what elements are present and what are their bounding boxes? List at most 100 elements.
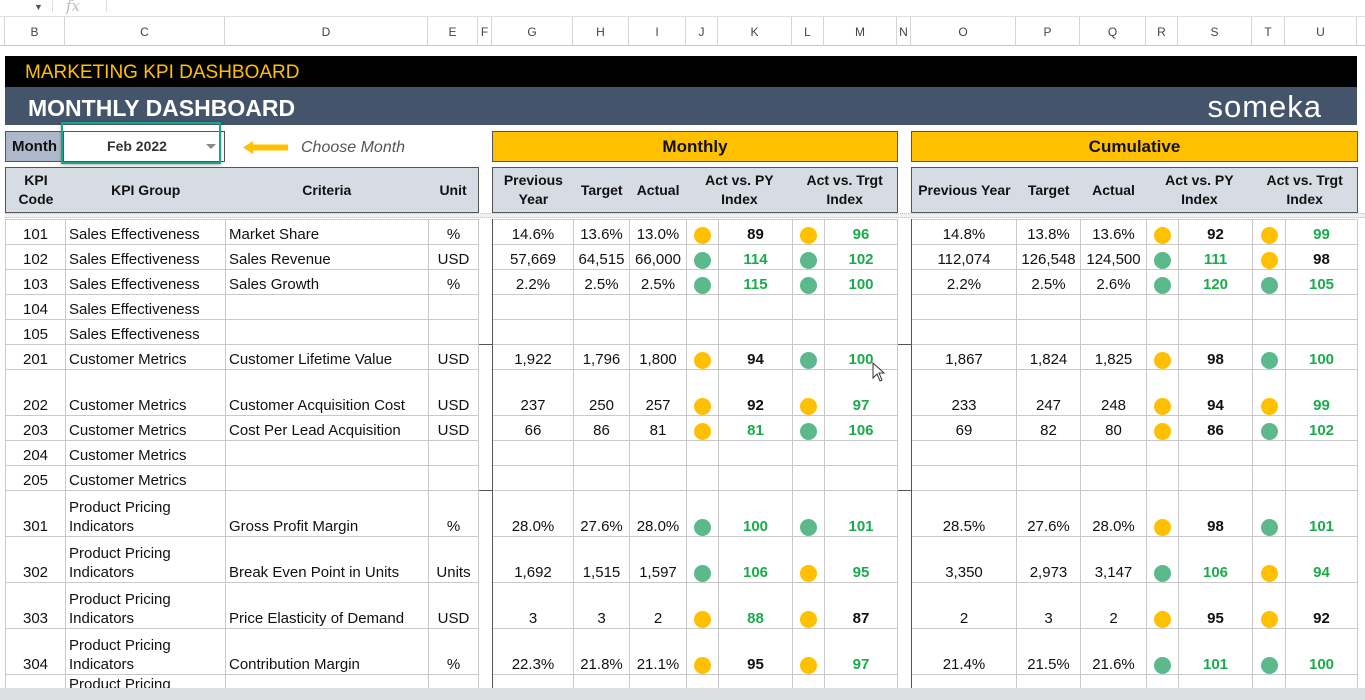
monthly-actual-cell[interactable] xyxy=(629,440,687,466)
monthly-act-vs-target-index-value[interactable]: 95 xyxy=(824,536,898,583)
unit-cell[interactable]: USD xyxy=(428,369,479,416)
monthly-act-vs-target-index-value[interactable]: 100 xyxy=(824,269,898,295)
kpi-group-cell[interactable]: Product Pricing Indicators xyxy=(65,536,226,583)
column-header-l[interactable]: L xyxy=(792,17,824,46)
criteria-cell[interactable]: Contribution Margin xyxy=(225,628,429,675)
column-header-d[interactable]: D xyxy=(225,17,428,46)
unit-cell[interactable] xyxy=(428,294,479,320)
cumulative-act-vs-py-index-status[interactable] xyxy=(1146,269,1179,295)
cumulative-act-vs-py-index-value[interactable]: 120 xyxy=(1178,269,1253,295)
monthly-act-vs-target-index-status[interactable] xyxy=(792,219,825,245)
monthly-act-vs-target-index-status[interactable] xyxy=(792,344,825,370)
cumulative-act-vs-target-index-value[interactable]: 98 xyxy=(1285,244,1358,270)
cumulative-actual-cell[interactable]: 248 xyxy=(1080,369,1147,416)
monthly-actual-cell[interactable]: 2 xyxy=(629,582,687,629)
monthly-target-cell[interactable]: 86 xyxy=(573,415,630,441)
cumulative-act-vs-target-index-value[interactable]: 92 xyxy=(1285,582,1358,629)
kpi-code-cell[interactable]: 303 xyxy=(5,582,66,629)
kpi-code-cell[interactable]: 104 xyxy=(5,294,66,320)
kpi-group-cell[interactable]: Customer Metrics xyxy=(65,415,226,441)
cumulative-act-vs-py-index-status[interactable] xyxy=(1146,219,1179,245)
kpi-group-cell[interactable]: Customer Metrics xyxy=(65,465,226,491)
cumulative-act-vs-py-index-status[interactable] xyxy=(1146,319,1179,345)
cumulative-act-vs-py-index-value[interactable] xyxy=(1178,319,1253,345)
cumulative-previous-year-cell[interactable]: 69 xyxy=(911,415,1017,441)
cumulative-actual-cell[interactable] xyxy=(1080,294,1147,320)
cumulative-act-vs-py-index-status[interactable] xyxy=(1146,344,1179,370)
cumulative-target-cell[interactable]: 82 xyxy=(1016,415,1081,441)
cumulative-act-vs-target-index-status[interactable] xyxy=(1252,219,1286,245)
monthly-actual-cell[interactable]: 1,800 xyxy=(629,344,687,370)
cumulative-act-vs-target-index-value[interactable]: 100 xyxy=(1285,628,1358,675)
cumulative-act-vs-py-index-value[interactable]: 98 xyxy=(1178,490,1253,537)
cumulative-act-vs-target-index-status[interactable] xyxy=(1252,536,1286,583)
monthly-actual-cell[interactable]: 2.5% xyxy=(629,269,687,295)
monthly-previous-year-cell[interactable] xyxy=(492,440,574,466)
monthly-target-cell[interactable] xyxy=(573,319,630,345)
column-header-p[interactable]: P xyxy=(1016,17,1080,46)
cumulative-act-vs-py-index-value[interactable]: 106 xyxy=(1178,536,1253,583)
monthly-actual-cell[interactable] xyxy=(629,674,687,688)
kpi-group-cell[interactable]: Sales Effectiveness xyxy=(65,294,226,320)
cumulative-act-vs-py-index-status[interactable] xyxy=(1146,674,1179,688)
monthly-target-cell[interactable]: 13.6% xyxy=(573,219,630,245)
column-header-f[interactable]: F xyxy=(478,17,492,46)
cumulative-actual-cell[interactable]: 124,500 xyxy=(1080,244,1147,270)
monthly-act-vs-py-index-value[interactable]: 94 xyxy=(718,344,793,370)
kpi-group-cell[interactable]: Sales Effectiveness xyxy=(65,219,226,245)
monthly-act-vs-py-index-status[interactable] xyxy=(686,294,719,320)
unit-cell[interactable] xyxy=(428,440,479,466)
criteria-cell[interactable] xyxy=(225,294,429,320)
monthly-act-vs-py-index-status[interactable] xyxy=(686,465,719,491)
monthly-actual-cell[interactable]: 21.1% xyxy=(629,628,687,675)
cumulative-target-cell[interactable]: 21.5% xyxy=(1016,628,1081,675)
criteria-cell[interactable]: Sales Growth xyxy=(225,269,429,295)
cumulative-act-vs-py-index-status[interactable] xyxy=(1146,294,1179,320)
kpi-code-cell[interactable]: 201 xyxy=(5,344,66,370)
monthly-act-vs-target-index-status[interactable] xyxy=(792,269,825,295)
monthly-act-vs-py-index-value[interactable] xyxy=(718,294,793,320)
monthly-target-cell[interactable] xyxy=(573,440,630,466)
monthly-target-cell[interactable]: 2.5% xyxy=(573,269,630,295)
cumulative-previous-year-cell[interactable]: 2 xyxy=(911,582,1017,629)
column-header-r[interactable]: R xyxy=(1146,17,1178,46)
cumulative-act-vs-target-index-status[interactable] xyxy=(1252,440,1286,466)
cumulative-previous-year-cell[interactable] xyxy=(911,294,1017,320)
monthly-target-cell[interactable]: 21.8% xyxy=(573,628,630,675)
cumulative-target-cell[interactable]: 247 xyxy=(1016,369,1081,416)
cumulative-previous-year-cell[interactable] xyxy=(911,465,1017,491)
cumulative-actual-cell[interactable]: 13.6% xyxy=(1080,219,1147,245)
cumulative-act-vs-target-index-value[interactable]: 94 xyxy=(1285,536,1358,583)
monthly-act-vs-py-index-value[interactable]: 95 xyxy=(718,628,793,675)
monthly-act-vs-py-index-status[interactable] xyxy=(686,440,719,466)
cumulative-act-vs-target-index-value[interactable] xyxy=(1285,465,1358,491)
cumulative-act-vs-py-index-value[interactable] xyxy=(1178,465,1253,491)
cumulative-act-vs-py-index-status[interactable] xyxy=(1146,490,1179,537)
monthly-act-vs-target-index-value[interactable] xyxy=(824,294,898,320)
monthly-act-vs-target-index-status[interactable] xyxy=(792,415,825,441)
cumulative-act-vs-py-index-value[interactable]: 94 xyxy=(1178,369,1253,416)
monthly-act-vs-py-index-value[interactable]: 89 xyxy=(718,219,793,245)
monthly-act-vs-target-index-status[interactable] xyxy=(792,465,825,491)
cumulative-act-vs-py-index-value[interactable]: 111 xyxy=(1178,244,1253,270)
cumulative-previous-year-cell[interactable]: 14.8% xyxy=(911,219,1017,245)
cumulative-actual-cell[interactable] xyxy=(1080,674,1147,688)
monthly-actual-cell[interactable]: 1,597 xyxy=(629,536,687,583)
cumulative-act-vs-target-index-status[interactable] xyxy=(1252,269,1286,295)
kpi-code-cell[interactable]: 304 xyxy=(5,628,66,675)
cumulative-target-cell[interactable]: 3 xyxy=(1016,582,1081,629)
cumulative-act-vs-target-index-value[interactable] xyxy=(1285,294,1358,320)
cumulative-act-vs-target-index-value[interactable] xyxy=(1285,674,1358,688)
cumulative-target-cell[interactable] xyxy=(1016,440,1081,466)
monthly-act-vs-target-index-value[interactable]: 106 xyxy=(824,415,898,441)
monthly-act-vs-target-index-value[interactable]: 102 xyxy=(824,244,898,270)
cumulative-act-vs-target-index-value[interactable]: 101 xyxy=(1285,490,1358,537)
cumulative-previous-year-cell[interactable] xyxy=(911,319,1017,345)
unit-cell[interactable]: USD xyxy=(428,344,479,370)
monthly-previous-year-cell[interactable]: 1,692 xyxy=(492,536,574,583)
cumulative-act-vs-py-index-value[interactable] xyxy=(1178,440,1253,466)
kpi-group-cell[interactable]: Sales Effectiveness xyxy=(65,244,226,270)
monthly-act-vs-target-index-status[interactable] xyxy=(792,294,825,320)
monthly-previous-year-cell[interactable]: 57,669 xyxy=(492,244,574,270)
cumulative-target-cell[interactable]: 27.6% xyxy=(1016,490,1081,537)
